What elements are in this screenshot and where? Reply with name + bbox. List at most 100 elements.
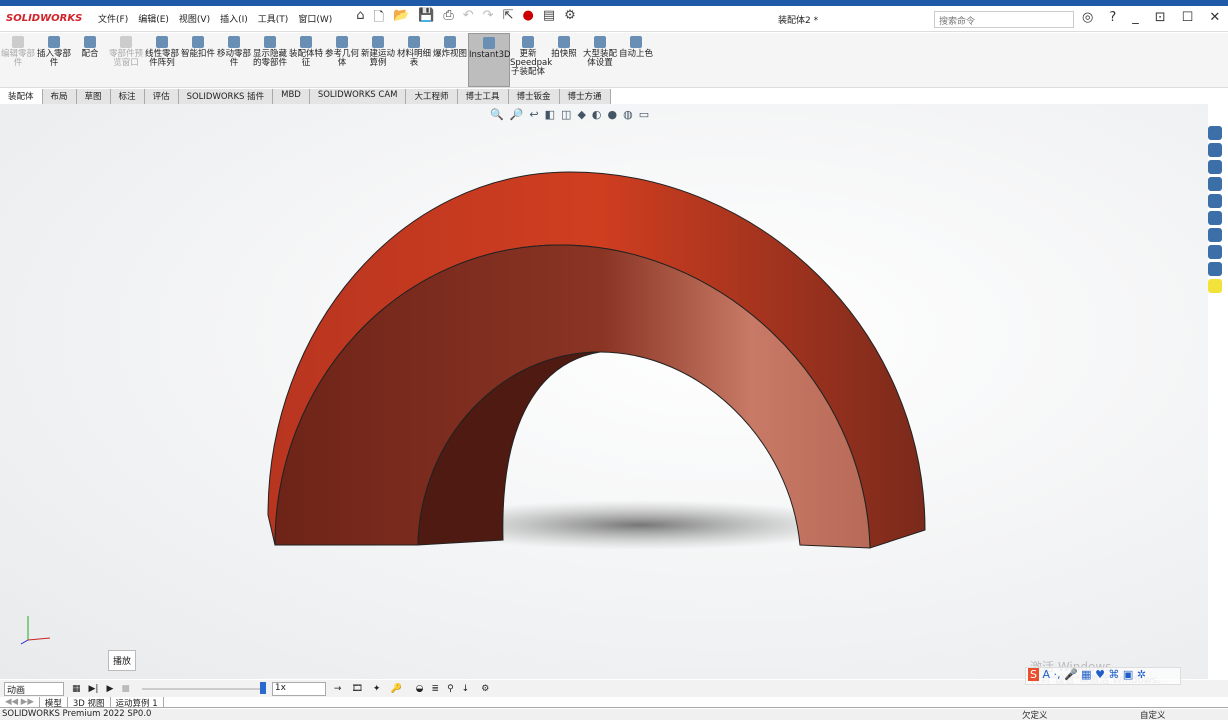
ribbon-button[interactable]: 爆炸视图 (432, 33, 468, 87)
command-tab[interactable]: SOLIDWORKS 插件 (178, 89, 274, 104)
menu-item[interactable]: 插入(I) (220, 15, 248, 25)
notes-icon[interactable] (1208, 279, 1222, 293)
ribbon-button[interactable]: 拍快照 (546, 33, 582, 87)
ime-toolbar[interactable]: S A ·, 🎤 ▦ ♥ ⌘ ▣ ✲ (1025, 667, 1181, 685)
ribbon-button[interactable]: 线性零部件阵列 (144, 33, 180, 87)
resources-icon[interactable] (1208, 126, 1222, 140)
ribbon-tool-icon (228, 36, 240, 48)
command-tab[interactable]: 草图 (76, 89, 111, 104)
home-icon[interactable]: ⌂ (356, 8, 364, 30)
hide-show-icon[interactable]: ◐ (592, 108, 602, 121)
zoom-to-fit-icon[interactable]: 🔍 (490, 108, 504, 121)
search-commands-input[interactable]: 搜索命令 (934, 11, 1074, 28)
user-icon[interactable]: ◎ (1082, 10, 1093, 25)
motion-study-properties-icon[interactable]: ⚙ (481, 684, 489, 694)
menu-item[interactable]: 视图(V) (179, 15, 210, 25)
arch-model[interactable] (0, 104, 1208, 679)
file-explorer-icon[interactable] (1208, 177, 1222, 191)
stop-icon[interactable]: ■ (121, 684, 130, 694)
menu-item[interactable]: 窗口(W) (298, 15, 332, 25)
play-icon[interactable]: ▶ (106, 684, 113, 694)
command-tab[interactable]: 博士方通 (559, 89, 611, 104)
ribbon-button[interactable]: 自动上色 (618, 33, 654, 87)
ribbon-button[interactable]: 插入零部件 (36, 33, 72, 87)
save-icon[interactable]: 💾 (418, 8, 434, 30)
ribbon-button[interactable]: 大型装配体设置 (582, 33, 618, 87)
help-icon[interactable]: ? (1109, 10, 1116, 25)
undo-icon[interactable]: ↶ (463, 8, 474, 30)
select-icon[interactable]: ⇱ (503, 8, 514, 30)
command-tab[interactable]: MBD (273, 89, 310, 104)
file-properties-icon[interactable]: ▤ (543, 8, 555, 30)
bottom-tab[interactable]: 模型 (40, 697, 68, 709)
ribbon-button[interactable]: 装配体特征 (288, 33, 324, 87)
maximize-button[interactable]: ☐ (1182, 10, 1194, 25)
menu-item[interactable]: 文件(F) (98, 15, 128, 25)
close-button[interactable]: ✕ (1209, 10, 1220, 25)
command-tab[interactable]: 布局 (42, 89, 77, 104)
forum-icon[interactable] (1208, 245, 1222, 259)
command-tab[interactable]: 博士工具 (457, 89, 509, 104)
gravity-icon[interactable]: ↓ (462, 684, 470, 694)
command-tab[interactable]: 大工程师 (406, 89, 458, 104)
animation-wizard-icon[interactable]: ✦ (373, 684, 381, 694)
minimize-button[interactable]: _ (1132, 10, 1139, 25)
ribbon-button[interactable]: 编辑零部件 (0, 33, 36, 87)
ribbon-button[interactable]: 新建运动算例 (360, 33, 396, 87)
redo-icon[interactable]: ↷ (483, 8, 494, 30)
ribbon-button[interactable]: Instant3D (468, 33, 511, 87)
menu-item[interactable]: 编辑(E) (138, 15, 169, 25)
scene-icon[interactable]: ◍ (623, 108, 633, 121)
tab-scroll-arrows[interactable]: ◀◀ ▶▶ (0, 697, 40, 707)
calculate-icon[interactable]: ▦ (72, 684, 81, 694)
appearance-icon[interactable]: ● (608, 108, 618, 121)
view-settings-icon[interactable]: ▭ (639, 108, 649, 121)
home-icon[interactable] (1208, 143, 1222, 157)
appearances-icon[interactable] (1208, 211, 1222, 225)
view-palette-icon[interactable] (1208, 194, 1222, 208)
ribbon-button[interactable]: 移动零部件 (216, 33, 252, 87)
autokey-icon[interactable]: 🔑 (390, 684, 401, 694)
bottom-tab[interactable]: 运动算例 1 (110, 697, 164, 709)
options-gear-icon[interactable]: ⚙ (564, 8, 576, 30)
command-tab[interactable]: 博士钣金 (508, 89, 560, 104)
section-view-icon[interactable]: ◧ (545, 108, 555, 121)
units-custom[interactable]: 自定义 (1140, 709, 1166, 721)
view-orientation-icon[interactable]: ◫ (561, 108, 571, 121)
ribbon-button[interactable]: 零部件预览窗口 (108, 33, 144, 87)
save-animation-icon[interactable]: 🎞 (351, 684, 362, 694)
zoom-area-icon[interactable]: 🔎 (510, 108, 524, 121)
play-from-start-icon[interactable]: ▶| (89, 684, 99, 694)
ribbon-button[interactable]: 更新Speedpak子装配体 (510, 33, 552, 87)
learn-icon[interactable] (1208, 262, 1222, 276)
custom-properties-icon[interactable] (1208, 228, 1222, 242)
open-icon[interactable]: 📂 (393, 8, 409, 30)
ribbon-button[interactable]: 材料明细表 (396, 33, 432, 87)
new-icon[interactable]: 🗋 (374, 8, 384, 30)
main-menu: 文件(F) 编辑(E) 视图(V) 插入(I) 工具(T) 窗口(W) (98, 12, 342, 25)
ribbon-button[interactable]: 显示隐藏的零部件 (252, 33, 288, 87)
spring-icon[interactable]: ≣ (432, 684, 440, 694)
rebuild-icon[interactable]: ● (522, 8, 533, 30)
bottom-tab[interactable]: 3D 视图 (68, 697, 111, 709)
command-tab[interactable]: 标注 (110, 89, 145, 104)
ribbon-button[interactable]: 配合 (72, 33, 108, 87)
ribbon-button[interactable]: 智能扣件 (180, 33, 216, 87)
command-tab[interactable]: 装配体 (0, 89, 43, 104)
design-library-icon[interactable] (1208, 160, 1222, 174)
study-type-select[interactable]: 动画 (4, 681, 64, 696)
timeline-slider[interactable] (141, 681, 266, 694)
command-tab[interactable]: 评估 (144, 89, 179, 104)
print-icon[interactable]: ⎙ (443, 8, 453, 30)
ribbon-button[interactable]: 参考几何体 (324, 33, 360, 87)
command-tab[interactable]: SOLIDWORKS CAM (309, 89, 407, 104)
previous-view-icon[interactable]: ↩ (529, 108, 538, 121)
graphics-area[interactable] (0, 104, 1208, 679)
motor-icon[interactable]: ◒ (416, 684, 424, 694)
contact-icon[interactable]: ⚲ (447, 684, 454, 694)
menu-item[interactable]: 工具(T) (258, 15, 289, 25)
display-style-icon[interactable]: ◆ (577, 108, 585, 121)
playback-mode-icon[interactable]: → (334, 684, 342, 694)
playback-speed-select[interactable]: 1x (271, 681, 326, 696)
restore-button[interactable]: ⊡ (1155, 10, 1166, 25)
